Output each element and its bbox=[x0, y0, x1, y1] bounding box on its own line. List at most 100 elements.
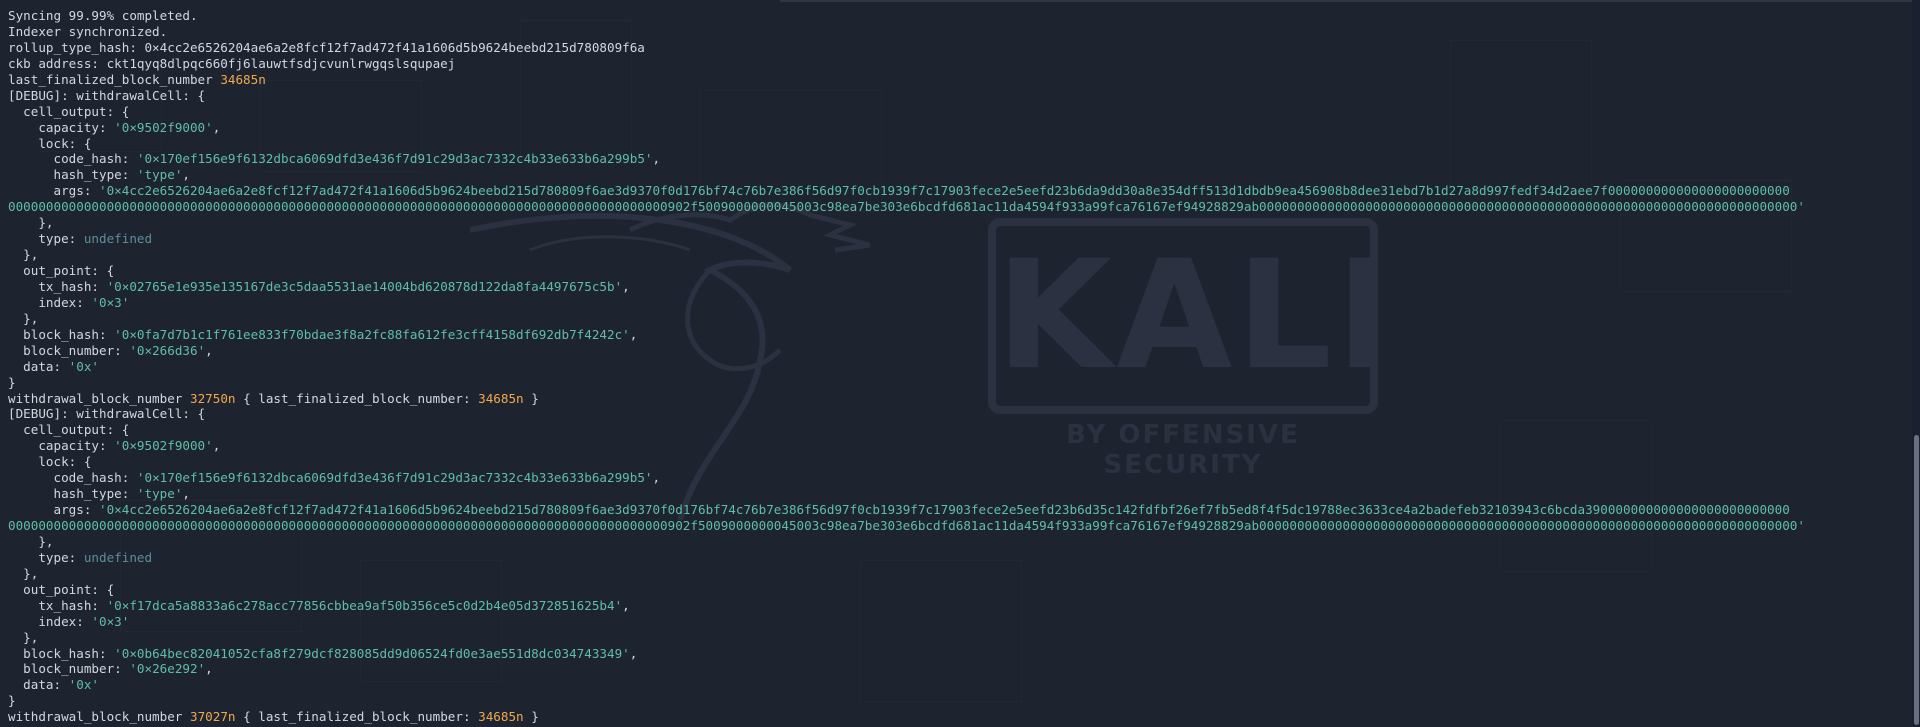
text-token: args: bbox=[8, 502, 99, 518]
text-token: } bbox=[8, 693, 16, 709]
text-token: , bbox=[182, 486, 190, 502]
number-token: 37027n bbox=[189, 709, 236, 725]
string-token: 'type' bbox=[136, 167, 183, 183]
terminal-line: hash_type: 'type', bbox=[8, 486, 1908, 502]
window-top-edge bbox=[780, 0, 1920, 2]
text-token: code_hash: bbox=[8, 470, 137, 486]
terminal-line: }, bbox=[8, 311, 1908, 327]
terminal-line: }, bbox=[8, 534, 1908, 550]
text-token: type: bbox=[8, 549, 84, 565]
text-token: [DEBUG]: withdrawalCell: { bbox=[8, 87, 206, 103]
number-token: 34685n bbox=[220, 71, 266, 87]
number-token: 34685n bbox=[478, 709, 524, 725]
string-token: '0×170ef156e9f6132dbca6069dfd3e436f7d91c… bbox=[136, 151, 653, 167]
terminal-line: data: '0x' bbox=[8, 359, 1908, 375]
string-token: 0000000000000000000000000000000000000000… bbox=[8, 518, 1805, 533]
string-token: '0×4cc2e6526204ae6a2e8fcf12f7ad472f41a16… bbox=[99, 183, 1790, 199]
text-token: } bbox=[523, 390, 539, 406]
terminal-line: Syncing 99.99% completed. bbox=[8, 8, 1908, 24]
terminal-line: }, bbox=[8, 215, 1908, 231]
terminal-line: hash_type: 'type', bbox=[8, 167, 1908, 183]
terminal-line: index: '0×3' bbox=[8, 614, 1908, 630]
text-token: index: bbox=[8, 613, 92, 629]
text-token: block_number: bbox=[8, 342, 130, 358]
terminal-line: capacity: '0×9502f9000', bbox=[8, 120, 1908, 136]
string-token: '0×0fa7d7b1c1f761ee833f70bdae3f8a2fc88fa… bbox=[114, 326, 630, 342]
terminal-line: block_hash: '0×0b64bec82041052cfa8f279dc… bbox=[8, 646, 1908, 662]
terminal-line: block_number: '0×266d36', bbox=[8, 343, 1908, 359]
terminal-line: type: undefined bbox=[8, 231, 1908, 247]
text-token: }, bbox=[8, 533, 54, 549]
terminal-line: }, bbox=[8, 247, 1908, 263]
terminal-line: withdrawal_block_number 37027n { last_fi… bbox=[8, 709, 1908, 725]
terminal-line: lock: { bbox=[8, 454, 1908, 470]
text-token: hash_type: bbox=[8, 167, 137, 183]
text-token: ckb address: ckt1qyq8dlpqc660fj6lauwtfsd… bbox=[8, 55, 456, 71]
terminal-line: type: undefined bbox=[8, 550, 1908, 566]
terminal-line: } bbox=[8, 693, 1908, 709]
undefined-token: undefined bbox=[83, 549, 153, 565]
text-token: Indexer synchronized. bbox=[8, 23, 168, 39]
terminal-line: rollup_type_hash: 0×4cc2e6526204ae6a2e8f… bbox=[8, 40, 1908, 56]
scrollbar[interactable] bbox=[1912, 0, 1920, 727]
string-token: 0000000000000000000000000000000000000000… bbox=[8, 199, 1805, 215]
text-token: block_hash: bbox=[8, 645, 115, 661]
string-token: '0×26e292' bbox=[129, 661, 206, 677]
terminal-line: }, bbox=[8, 630, 1908, 646]
string-token: '0×9502f9000' bbox=[114, 119, 213, 135]
terminal-line: lock: { bbox=[8, 136, 1908, 152]
terminal-line: [DEBUG]: withdrawalCell: { bbox=[8, 88, 1908, 104]
string-token: '0×3' bbox=[91, 294, 130, 310]
text-token: , bbox=[622, 597, 630, 613]
terminal-line: capacity: '0×9502f9000', bbox=[8, 438, 1908, 454]
terminal-line: [DEBUG]: withdrawalCell: { bbox=[8, 406, 1908, 422]
text-token: type: bbox=[8, 231, 84, 247]
terminal-line: } bbox=[8, 375, 1908, 391]
text-token: , bbox=[212, 119, 221, 135]
text-token: } bbox=[523, 709, 539, 725]
scrollbar-thumb[interactable] bbox=[1914, 435, 1919, 725]
text-token: cell_output: { bbox=[8, 422, 130, 438]
text-token: Syncing 99.99% completed. bbox=[8, 8, 198, 23]
terminal-line: code_hash: '0×170ef156e9f6132dbca6069dfd… bbox=[8, 470, 1908, 486]
terminal-line: cell_output: { bbox=[8, 422, 1908, 438]
terminal-line: cell_output: { bbox=[8, 104, 1908, 120]
text-token: , bbox=[212, 438, 221, 454]
string-token: '0×02765e1e935e135167de3c5daa5531ae14004… bbox=[106, 278, 623, 294]
terminal-line: }, bbox=[8, 566, 1908, 582]
string-token: '0x' bbox=[68, 677, 100, 693]
text-token: capacity: bbox=[8, 438, 115, 454]
text-token: capacity: bbox=[8, 119, 115, 135]
terminal-line: out_point: { bbox=[8, 263, 1908, 279]
terminal-line: last_finalized_block_number 34685n bbox=[8, 72, 1908, 88]
string-token: '0×266d36' bbox=[129, 342, 206, 358]
text-token: , bbox=[205, 342, 213, 358]
terminal-line: args: '0×4cc2e6526204ae6a2e8fcf12f7ad472… bbox=[8, 502, 1908, 518]
text-token: [DEBUG]: withdrawalCell: { bbox=[8, 406, 206, 422]
terminal-line: block_hash: '0×0fa7d7b1c1f761ee833f70bda… bbox=[8, 327, 1908, 343]
terminal-line: index: '0×3' bbox=[8, 295, 1908, 311]
string-token: '0x' bbox=[68, 358, 100, 374]
terminal-output[interactable]: Syncing 99.99% completed. Indexer synchro… bbox=[8, 8, 1908, 725]
text-token: }, bbox=[8, 310, 39, 326]
text-token: lock: { bbox=[8, 135, 92, 151]
text-token: , bbox=[622, 278, 630, 294]
terminal-line: 0000000000000000000000000000000000000000… bbox=[8, 199, 1908, 215]
text-token: { last_finalized_block_number: bbox=[235, 709, 479, 725]
text-token: , bbox=[652, 151, 661, 167]
undefined-token: undefined bbox=[83, 231, 153, 247]
string-token: '0×f17dca5a8833a6c278acc77856cbbea9af50b… bbox=[106, 597, 623, 613]
terminal-line: tx_hash: '0×f17dca5a8833a6c278acc77856cb… bbox=[8, 598, 1908, 614]
text-token: withdrawal_block_number bbox=[8, 390, 190, 406]
text-token: } bbox=[8, 374, 16, 390]
terminal-line: 0000000000000000000000000000000000000000… bbox=[8, 518, 1908, 534]
text-token: rollup_type_hash: 0×4cc2e6526204ae6a2e8f… bbox=[8, 39, 645, 55]
text-token: , bbox=[629, 326, 638, 342]
text-token: }, bbox=[8, 247, 39, 263]
terminal-line: code_hash: '0×170ef156e9f6132dbca6069dfd… bbox=[8, 151, 1908, 167]
text-token: , bbox=[629, 645, 638, 661]
text-token: cell_output: { bbox=[8, 103, 130, 119]
terminal-line: args: '0×4cc2e6526204ae6a2e8fcf12f7ad472… bbox=[8, 183, 1908, 199]
string-token: 'type' bbox=[136, 486, 183, 502]
string-token: '0×170ef156e9f6132dbca6069dfd3e436f7d91c… bbox=[136, 470, 653, 486]
